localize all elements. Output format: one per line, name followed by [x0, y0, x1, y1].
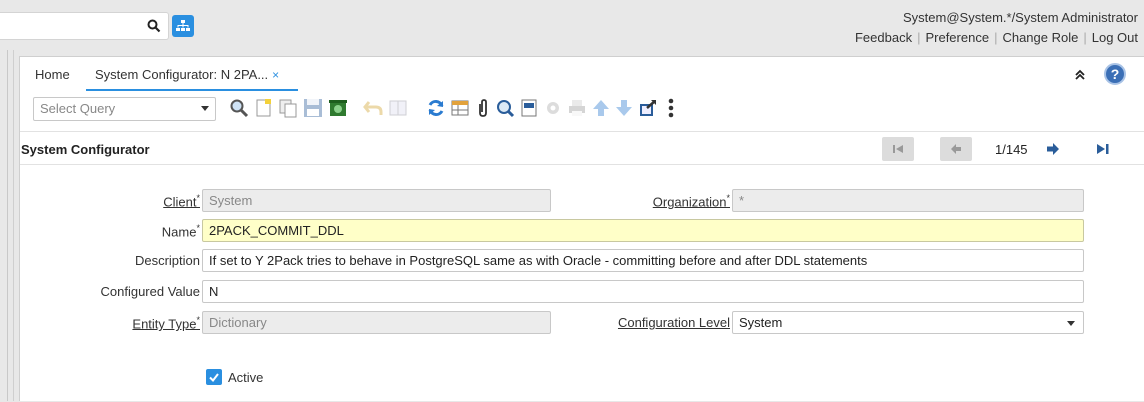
select-query-placeholder: Select Query [40, 101, 116, 116]
find-icon[interactable] [228, 96, 250, 120]
refresh-icon[interactable] [425, 96, 447, 120]
description-label: Description [134, 253, 200, 268]
configured-value-field[interactable] [202, 280, 1084, 303]
active-label: Active [228, 369, 264, 385]
search-icon[interactable] [144, 16, 164, 36]
feedback-link[interactable]: Feedback [855, 30, 912, 45]
workflow-gear-icon[interactable] [542, 96, 564, 120]
name-label: Name* [161, 223, 200, 240]
record-counter: 1/145 [995, 142, 1028, 157]
select-query-dropdown[interactable]: Select Query [33, 97, 216, 121]
more-options-icon[interactable] [660, 96, 682, 120]
record-form: Client* Organization* Name* Description … [20, 165, 1144, 402]
user-role-label: System@System.*/System Administrator [903, 10, 1138, 25]
menu-tree-icon[interactable] [172, 15, 194, 37]
tab-home[interactable]: Home [35, 67, 70, 82]
table-view-icon[interactable] [449, 96, 471, 120]
next-record-icon[interactable] [1037, 137, 1069, 161]
attachment-icon[interactable] [472, 96, 494, 120]
top-header: System@System.*/System Administrator Fee… [0, 0, 1144, 50]
preference-link[interactable]: Preference [925, 30, 989, 45]
description-field[interactable] [202, 249, 1084, 272]
organization-field[interactable] [732, 189, 1084, 212]
export-icon[interactable] [637, 96, 659, 120]
print-icon[interactable] [566, 96, 588, 120]
chevron-down-icon [201, 106, 209, 111]
header-links: Feedback | Preference | Change Role | Log Out [854, 30, 1138, 45]
copy-record-icon[interactable] [277, 96, 299, 120]
grid-toggle-icon[interactable] [387, 96, 409, 120]
tab-system-configurator[interactable]: System Configurator: N 2PA... × [95, 67, 279, 82]
left-splitter[interactable] [0, 50, 14, 401]
active-checkbox[interactable]: Active [206, 369, 263, 385]
zoom-across-icon[interactable] [494, 96, 516, 120]
log-out-link[interactable]: Log Out [1092, 30, 1138, 45]
report-icon[interactable] [518, 96, 540, 120]
arrow-up-icon[interactable] [590, 96, 612, 120]
configuration-level-select[interactable]: System [732, 311, 1084, 334]
save-icon[interactable] [302, 96, 324, 120]
client-label[interactable]: Client* [163, 193, 200, 209]
active-tab-indicator [86, 89, 298, 91]
chevron-down-icon [1067, 321, 1075, 326]
tab-label: System Configurator: N 2PA... [95, 67, 269, 82]
tab-bar: Home System Configurator: N 2PA... × ? [20, 57, 1144, 91]
last-record-icon[interactable] [1087, 137, 1119, 161]
previous-record-icon[interactable] [940, 137, 972, 161]
entity-type-label[interactable]: Entity Type* [132, 315, 200, 331]
window-title: System Configurator [21, 142, 150, 157]
main-panel: Home System Configurator: N 2PA... × ? Se… [19, 56, 1144, 401]
configured-value-label: Configured Value [100, 284, 201, 299]
configuration-level-value: System [739, 315, 783, 330]
delete-record-icon[interactable] [327, 96, 349, 120]
client-field[interactable] [202, 189, 551, 212]
undo-icon[interactable] [362, 96, 384, 120]
window-toolbar: Select Query [20, 95, 1144, 125]
checkmark-icon [206, 369, 222, 385]
help-icon[interactable]: ? [1104, 63, 1126, 85]
section-header: System Configurator 1/145 [20, 131, 1144, 165]
name-field[interactable] [202, 219, 1084, 242]
new-record-icon[interactable] [253, 96, 275, 120]
first-record-icon[interactable] [882, 137, 914, 161]
change-role-link[interactable]: Change Role [1002, 30, 1078, 45]
collapse-up-icon[interactable] [1073, 68, 1087, 82]
close-icon[interactable]: × [272, 68, 279, 82]
configuration-level-label[interactable]: Configuration Level [618, 315, 730, 330]
arrow-down-icon[interactable] [613, 96, 635, 120]
organization-label[interactable]: Organization* [653, 193, 730, 209]
global-search-box[interactable] [0, 12, 169, 40]
entity-type-field[interactable] [202, 311, 551, 334]
